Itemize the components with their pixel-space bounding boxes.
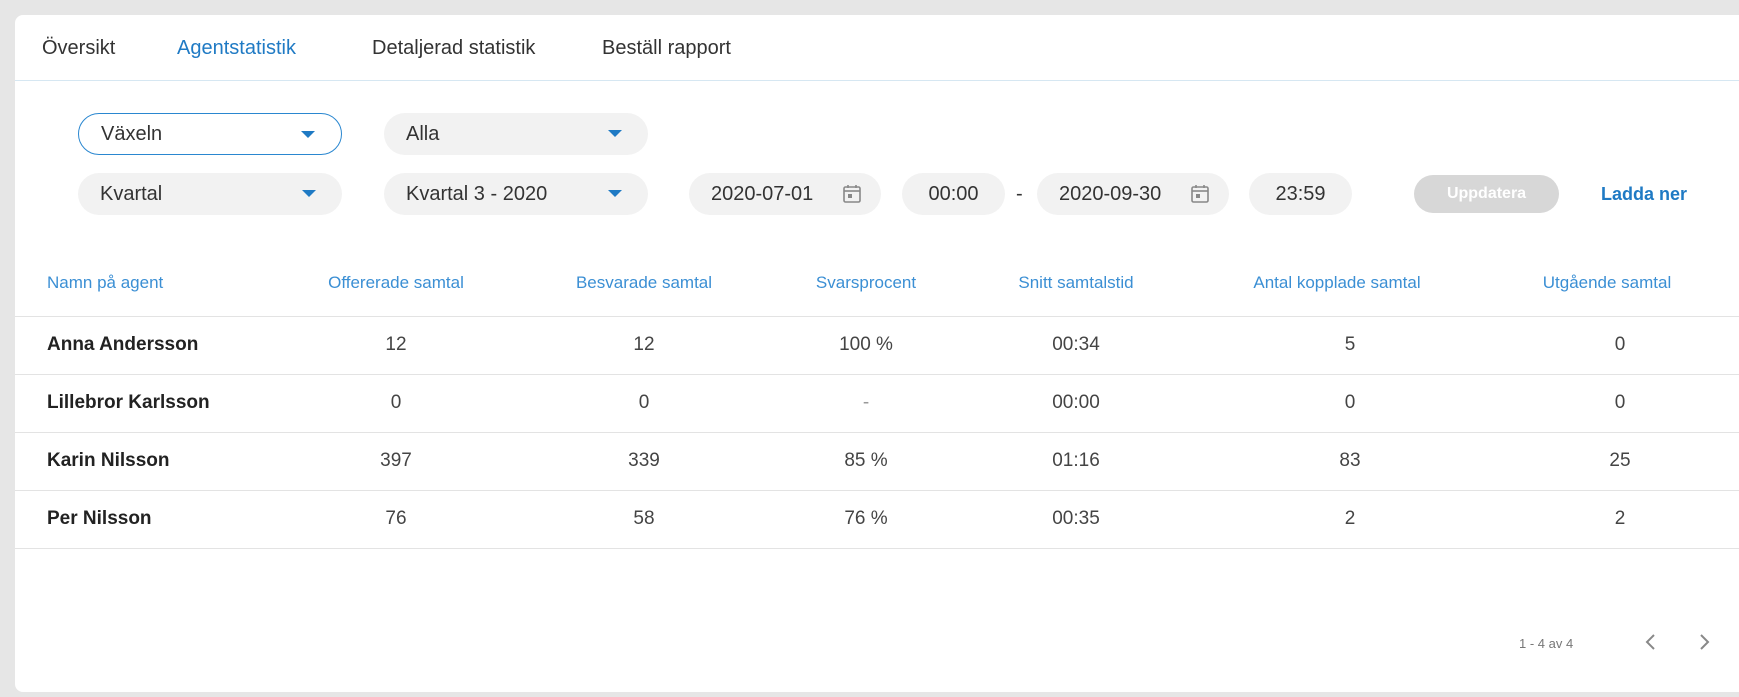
transferred-calls: 5 <box>1344 334 1356 355</box>
calendar-icon <box>1191 185 1209 203</box>
transferred-calls: 0 <box>1344 392 1356 413</box>
offered-calls: 12 <box>385 334 407 355</box>
tab-bestall-rapport[interactable]: Beställ rapport <box>602 37 731 60</box>
caret-down-icon <box>301 131 315 138</box>
answered-calls: 12 <box>633 334 655 355</box>
start-date-input[interactable]: 2020-07-01 <box>689 173 881 215</box>
outgoing-calls: 0 <box>1614 392 1626 413</box>
start-time-value: 00:00 <box>928 182 979 205</box>
tab-detaljerad-statistik[interactable]: Detaljerad statistik <box>372 37 535 60</box>
pagination-range: 1 - 4 av 4 <box>1519 636 1574 651</box>
avg-call-time: 01:16 <box>1052 450 1100 471</box>
group-select[interactable]: Växeln <box>78 113 342 155</box>
offered-calls: 0 <box>390 392 402 413</box>
period-type-select[interactable]: Kvartal <box>78 173 342 215</box>
table-row[interactable]: Anna Andersson 12 12 100 % 00:34 5 0 <box>15 316 1739 374</box>
end-time-input[interactable]: 23:59 <box>1249 173 1352 215</box>
answered-calls: 0 <box>638 392 650 413</box>
answer-rate: - <box>862 392 870 413</box>
statistics-card: Översikt Agentstatistik Detaljerad stati… <box>15 15 1739 692</box>
period-select[interactable]: Kvartal 3 - 2020 <box>384 173 648 215</box>
offered-calls: 76 <box>385 508 407 529</box>
answered-calls: 58 <box>633 508 655 529</box>
tab-bar: Översikt Agentstatistik Detaljerad stati… <box>15 15 1739 81</box>
column-header-avg-call-time[interactable]: Snitt samtalstid <box>1018 273 1133 293</box>
agent-select[interactable]: Alla <box>384 113 648 155</box>
avg-call-time: 00:35 <box>1052 508 1100 529</box>
chevron-right-icon[interactable] <box>1692 628 1716 656</box>
column-header-outgoing-calls[interactable]: Utgående samtal <box>1543 273 1672 293</box>
transferred-calls: 2 <box>1344 508 1356 529</box>
start-time-input[interactable]: 00:00 <box>902 173 1005 215</box>
avg-call-time: 00:34 <box>1052 334 1100 355</box>
answer-rate: 85 % <box>844 450 888 471</box>
start-date-value: 2020-07-01 <box>711 182 814 205</box>
download-link[interactable]: Ladda ner <box>1601 184 1687 205</box>
agent-name: Karin Nilsson <box>47 450 170 471</box>
agent-select-value: Alla <box>406 122 440 145</box>
agent-name: Per Nilsson <box>47 508 152 529</box>
avg-call-time: 00:00 <box>1052 392 1100 413</box>
chevron-left-icon[interactable] <box>1639 628 1663 656</box>
end-time-value: 23:59 <box>1275 182 1326 205</box>
column-header-agent-name[interactable]: Namn på agent <box>47 273 163 293</box>
agent-name: Lillebror Karlsson <box>47 392 210 413</box>
table-row[interactable]: Lillebror Karlsson 0 0 - 00:00 0 0 <box>15 374 1739 432</box>
table-row[interactable]: Karin Nilsson 397 339 85 % 01:16 83 25 <box>15 432 1739 490</box>
table-divider <box>15 548 1739 549</box>
end-date-value: 2020-09-30 <box>1059 182 1162 205</box>
caret-down-icon <box>302 190 316 197</box>
tab-agentstatistik[interactable]: Agentstatistik <box>177 37 296 60</box>
table-row[interactable]: Per Nilsson 76 58 76 % 00:35 2 2 <box>15 490 1739 548</box>
answer-rate: 100 % <box>839 334 893 355</box>
update-button[interactable]: Uppdatera <box>1414 175 1559 213</box>
column-header-answer-rate[interactable]: Svarsprocent <box>816 273 916 293</box>
outgoing-calls: 25 <box>1609 450 1631 471</box>
column-header-offered-calls[interactable]: Offererade samtal <box>328 273 464 293</box>
period-select-value: Kvartal 3 - 2020 <box>406 182 548 205</box>
caret-down-icon <box>608 130 622 137</box>
transferred-calls: 83 <box>1339 450 1361 471</box>
offered-calls: 397 <box>380 450 412 471</box>
end-date-input[interactable]: 2020-09-30 <box>1037 173 1229 215</box>
tab-oversikt[interactable]: Översikt <box>42 37 115 60</box>
outgoing-calls: 2 <box>1614 508 1626 529</box>
answer-rate: 76 % <box>844 508 888 529</box>
column-header-answered-calls[interactable]: Besvarade samtal <box>576 273 712 293</box>
calendar-icon <box>843 185 861 203</box>
range-separator: - <box>1016 183 1023 205</box>
group-select-value: Växeln <box>101 122 163 145</box>
answered-calls: 339 <box>628 450 660 471</box>
column-header-transferred-calls[interactable]: Antal kopplade samtal <box>1253 273 1420 293</box>
agent-name: Anna Andersson <box>47 334 199 355</box>
outgoing-calls: 0 <box>1614 334 1626 355</box>
caret-down-icon <box>608 190 622 197</box>
period-type-select-value: Kvartal <box>100 182 163 205</box>
